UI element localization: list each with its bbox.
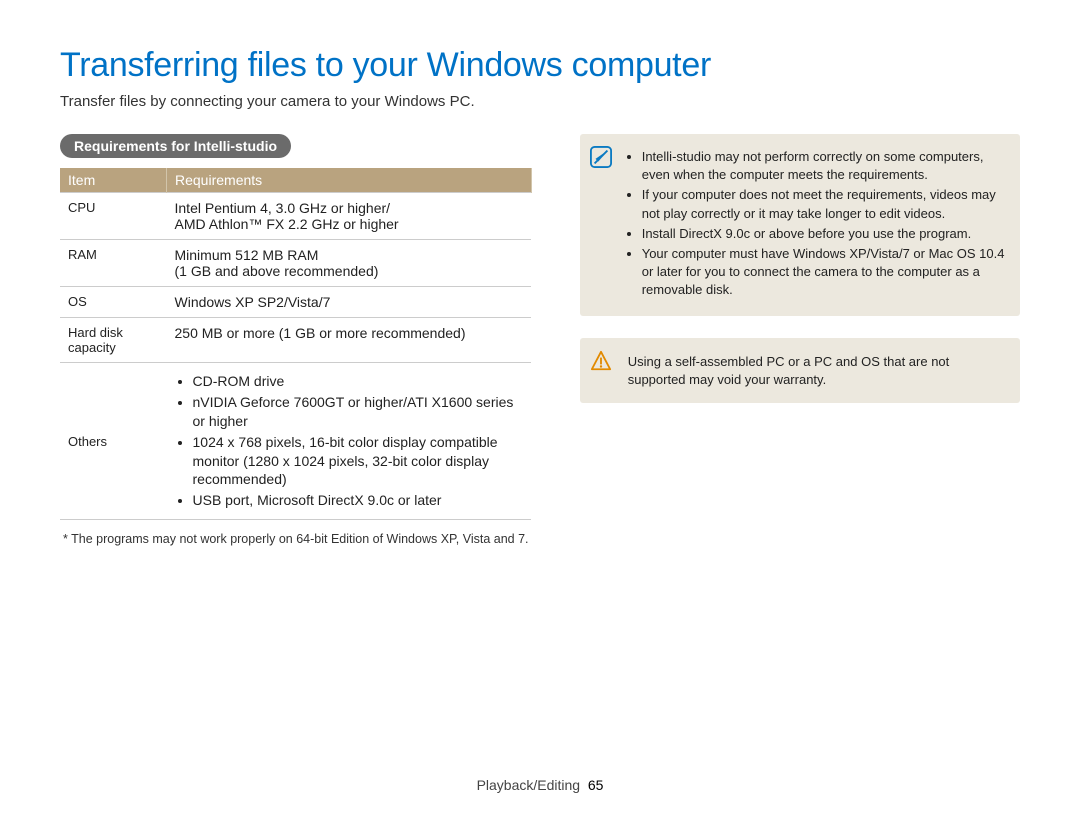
requirements-table: Item Requirements CPU Intel Pentium 4, 3… bbox=[60, 168, 532, 520]
note-item: Intelli-studio may not perform correctly… bbox=[642, 148, 1006, 184]
table-row: RAM Minimum 512 MB RAM (1 GB and above r… bbox=[60, 240, 531, 287]
note-item: Your computer must have Windows XP/Vista… bbox=[642, 245, 1006, 300]
req-line: Minimum 512 MB RAM bbox=[175, 247, 319, 263]
note-list: Intelli-studio may not perform correctly… bbox=[628, 148, 1006, 300]
table-row: OS Windows XP SP2/Vista/7 bbox=[60, 287, 531, 318]
col-header-requirements: Requirements bbox=[167, 168, 532, 193]
col-header-item: Item bbox=[60, 168, 167, 193]
row-req-ram: Minimum 512 MB RAM (1 GB and above recom… bbox=[167, 240, 532, 287]
row-item-ram: RAM bbox=[60, 240, 167, 287]
table-row: Hard disk capacity 250 MB or more (1 GB … bbox=[60, 318, 531, 363]
page-title: Transferring files to your Windows compu… bbox=[60, 46, 1020, 85]
warning-icon bbox=[590, 350, 612, 372]
page-subtitle: Transfer files by connecting your camera… bbox=[60, 93, 1020, 110]
row-item-cpu: CPU bbox=[60, 193, 167, 240]
table-row: Others CD-ROM drive nVIDIA Geforce 7600G… bbox=[60, 363, 531, 520]
row-req-os: Windows XP SP2/Vista/7 bbox=[167, 287, 532, 318]
footer-section: Playback/Editing bbox=[477, 777, 581, 793]
req-bullet: USB port, Microsoft DirectX 9.0c or late… bbox=[193, 491, 524, 510]
note-item: If your computer does not meet the requi… bbox=[642, 186, 1006, 222]
row-req-cpu: Intel Pentium 4, 3.0 GHz or higher/ AMD … bbox=[167, 193, 532, 240]
right-column: Intelli-studio may not perform correctly… bbox=[580, 134, 1020, 546]
row-item-os: OS bbox=[60, 287, 167, 318]
req-line: (1 GB and above recommended) bbox=[175, 263, 379, 279]
req-line: AMD Athlon™ FX 2.2 GHz or higher bbox=[175, 216, 399, 232]
req-line: Intel Pentium 4, 3.0 GHz or higher/ bbox=[175, 200, 391, 216]
row-item-hard-disk: Hard disk capacity bbox=[60, 318, 167, 363]
req-bullet: 1024 x 768 pixels, 16-bit color display … bbox=[193, 433, 524, 490]
footnote: * The programs may not work properly on … bbox=[60, 532, 532, 546]
left-column: Requirements for Intelli-studio Item Req… bbox=[60, 134, 532, 546]
warning-box: Using a self-assembled PC or a PC and OS… bbox=[580, 338, 1020, 403]
doc-page: Transferring files to your Windows compu… bbox=[0, 0, 1080, 815]
footer-page-number: 65 bbox=[588, 777, 604, 793]
row-req-hard-disk: 250 MB or more (1 GB or more recommended… bbox=[167, 318, 532, 363]
note-box: Intelli-studio may not perform correctly… bbox=[580, 134, 1020, 316]
req-line: Windows XP SP2/Vista/7 bbox=[175, 294, 331, 310]
req-bullet: CD-ROM drive bbox=[193, 372, 524, 391]
row-item-others: Others bbox=[60, 363, 167, 520]
note-icon bbox=[590, 146, 612, 168]
warning-text: Using a self-assembled PC or a PC and OS… bbox=[628, 350, 1006, 389]
table-row: CPU Intel Pentium 4, 3.0 GHz or higher/ … bbox=[60, 193, 531, 240]
req-line: 250 MB or more (1 GB or more recommended… bbox=[175, 325, 466, 341]
row-req-others: CD-ROM drive nVIDIA Geforce 7600GT or hi… bbox=[167, 363, 532, 520]
requirements-heading-pill: Requirements for Intelli-studio bbox=[60, 134, 291, 158]
page-footer: Playback/Editing 65 bbox=[0, 777, 1080, 793]
note-item: Install DirectX 9.0c or above before you… bbox=[642, 225, 1006, 243]
content-columns: Requirements for Intelli-studio Item Req… bbox=[60, 134, 1020, 546]
req-bullet: nVIDIA Geforce 7600GT or higher/ATI X160… bbox=[193, 393, 524, 431]
